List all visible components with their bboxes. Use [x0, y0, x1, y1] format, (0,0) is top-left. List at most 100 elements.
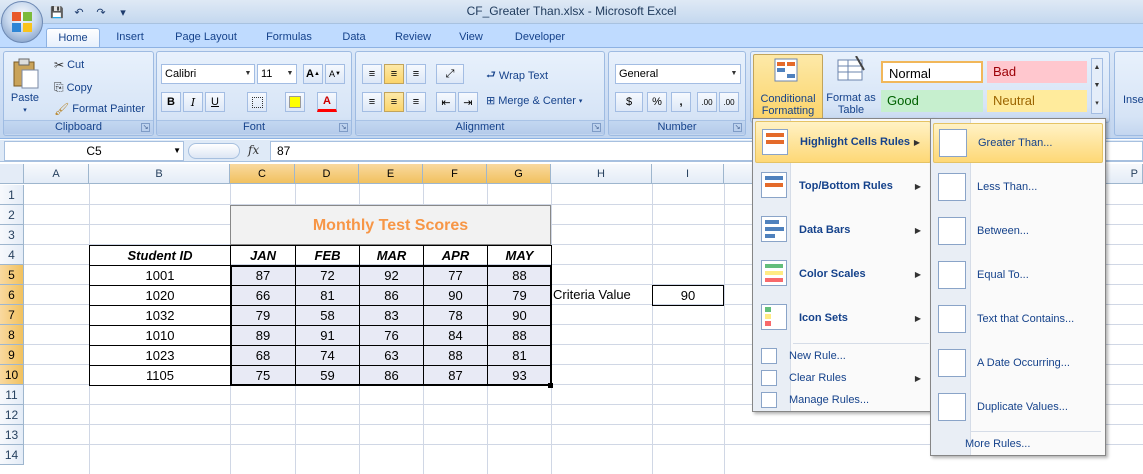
italic-button[interactable]: I	[183, 92, 203, 112]
select-all-corner[interactable]	[0, 164, 24, 184]
wrap-text-button[interactable]: ⮐ Wrap Text	[486, 66, 548, 85]
student-id-cell[interactable]: 1023	[89, 345, 231, 366]
number-format-combo[interactable]: General ▼	[615, 64, 741, 84]
column-header[interactable]: D	[295, 164, 359, 184]
column-header[interactable]: C	[230, 164, 295, 184]
tab-review[interactable]: Review	[386, 28, 440, 48]
student-id-cell[interactable]: 1105	[89, 365, 231, 386]
menu-item-between[interactable]: Between...	[933, 211, 1103, 251]
column-header[interactable]: A	[24, 164, 89, 184]
score-cell[interactable]: 83	[359, 305, 424, 326]
alignment-launcher-icon[interactable]: ↘	[592, 123, 601, 132]
name-box[interactable]: C5 ▼	[4, 141, 184, 161]
align-top-icon[interactable]: ≡	[362, 64, 382, 84]
row-header[interactable]: 2	[0, 205, 24, 225]
row-header[interactable]: 10	[0, 365, 24, 385]
row-header[interactable]: 8	[0, 325, 24, 345]
menu-item-manage-rules[interactable]: Manage Rules...	[755, 389, 931, 411]
tab-data[interactable]: Data	[334, 28, 374, 48]
format-painter-button[interactable]: 🖌 Format Painter	[54, 102, 145, 116]
fill-color-button[interactable]	[285, 92, 305, 112]
menu-item-highlight-cells-rules[interactable]: Highlight Cells Rules ▶	[755, 121, 931, 163]
insert-function-button[interactable]: fx	[248, 143, 259, 157]
score-cell[interactable]: 93	[487, 365, 552, 386]
score-cell[interactable]: 90	[487, 305, 552, 326]
insert-cells-button[interactable]: Inse	[1123, 94, 1143, 106]
paste-button[interactable]: Paste ▾	[10, 58, 40, 114]
score-cell[interactable]: 87	[423, 365, 488, 386]
copy-button[interactable]: ⎘ Copy	[54, 80, 92, 95]
menu-item-equal-to[interactable]: Equal To...	[933, 255, 1103, 295]
tab-developer[interactable]: Developer	[506, 28, 574, 48]
align-bottom-icon[interactable]: ≡	[406, 64, 426, 84]
font-launcher-icon[interactable]: ↘	[339, 123, 348, 132]
currency-button[interactable]: $	[615, 92, 643, 112]
score-cell[interactable]: 86	[359, 365, 424, 386]
align-center-icon[interactable]: ≡	[384, 92, 404, 112]
column-header[interactable]: B	[89, 164, 230, 184]
merge-center-button[interactable]: ⊞ Merge & Center ▾	[486, 94, 582, 108]
score-cell[interactable]: 72	[295, 265, 360, 286]
score-cell[interactable]: 91	[295, 325, 360, 346]
score-cell[interactable]: 88	[487, 265, 552, 286]
score-cell[interactable]: 58	[295, 305, 360, 326]
decrease-decimal-button[interactable]: .00	[719, 92, 739, 112]
tab-view[interactable]: View	[450, 28, 492, 48]
row-header[interactable]: 11	[0, 385, 24, 405]
table-header[interactable]: Student ID	[89, 245, 231, 266]
style-bad[interactable]: Bad	[987, 61, 1087, 83]
row-header[interactable]: 14	[0, 445, 24, 465]
row-header[interactable]: 6	[0, 285, 24, 305]
row-header[interactable]: 5	[0, 265, 24, 285]
bold-button[interactable]: B	[161, 92, 181, 112]
menu-item-text-contains[interactable]: Text that Contains...	[933, 299, 1103, 339]
menu-item-duplicate-values[interactable]: Duplicate Values...	[933, 387, 1103, 427]
table-header[interactable]: APR	[423, 245, 488, 266]
student-id-cell[interactable]: 1001	[89, 265, 231, 286]
fill-handle[interactable]	[548, 383, 553, 388]
row-header[interactable]: 9	[0, 345, 24, 365]
score-cell[interactable]: 76	[359, 325, 424, 346]
formula-bar-splitter[interactable]	[188, 143, 240, 159]
row-header[interactable]: 4	[0, 245, 24, 265]
column-header[interactable]: H	[551, 164, 652, 184]
table-header[interactable]: JAN	[230, 245, 296, 266]
grow-font-button[interactable]: A ▲	[303, 64, 323, 84]
format-as-table-button[interactable]: Format as Table	[825, 54, 877, 120]
tab-insert[interactable]: Insert	[106, 28, 154, 48]
score-cell[interactable]: 92	[359, 265, 424, 286]
tab-formulas[interactable]: Formulas	[256, 28, 322, 48]
column-header[interactable]: F	[423, 164, 487, 184]
score-cell[interactable]: 81	[487, 345, 552, 366]
row-header[interactable]: 1	[0, 185, 24, 205]
menu-item-date-occurring[interactable]: A Date Occurring...	[933, 343, 1103, 383]
menu-item-less-than[interactable]: Less Than...	[933, 167, 1103, 207]
student-id-cell[interactable]: 1032	[89, 305, 231, 326]
font-size-combo[interactable]: 11 ▼	[257, 64, 297, 84]
score-cell[interactable]: 79	[230, 305, 296, 326]
table-title[interactable]: Monthly Test Scores	[230, 205, 551, 245]
score-cell[interactable]: 84	[423, 325, 488, 346]
score-cell[interactable]: 59	[295, 365, 360, 386]
conditional-formatting-button[interactable]: Conditional Formatting	[753, 54, 823, 120]
clipboard-launcher-icon[interactable]: ↘	[141, 123, 150, 132]
score-cell[interactable]: 87	[230, 265, 296, 286]
orientation-icon[interactable]: ⤢	[436, 64, 464, 84]
score-cell[interactable]: 88	[423, 345, 488, 366]
font-color-button[interactable]: A	[317, 92, 337, 112]
table-header[interactable]: MAY	[487, 245, 552, 266]
column-header[interactable]: I	[652, 164, 724, 184]
align-left-icon[interactable]: ≡	[362, 92, 382, 112]
menu-item-more-rules[interactable]: More Rules...	[933, 433, 1109, 455]
tab-home[interactable]: Home	[46, 28, 100, 48]
style-normal[interactable]: Normal	[881, 61, 983, 83]
table-header[interactable]: MAR	[359, 245, 424, 266]
style-neutral[interactable]: Neutral	[987, 90, 1087, 112]
align-right-icon[interactable]: ≡	[406, 92, 426, 112]
criteria-value-cell[interactable]: 90	[652, 285, 724, 306]
menu-item-clear-rules[interactable]: Clear Rules ▶	[755, 367, 931, 389]
score-cell[interactable]: 77	[423, 265, 488, 286]
score-cell[interactable]: 88	[487, 325, 552, 346]
column-header[interactable]: G	[487, 164, 551, 184]
office-button[interactable]	[1, 1, 43, 43]
